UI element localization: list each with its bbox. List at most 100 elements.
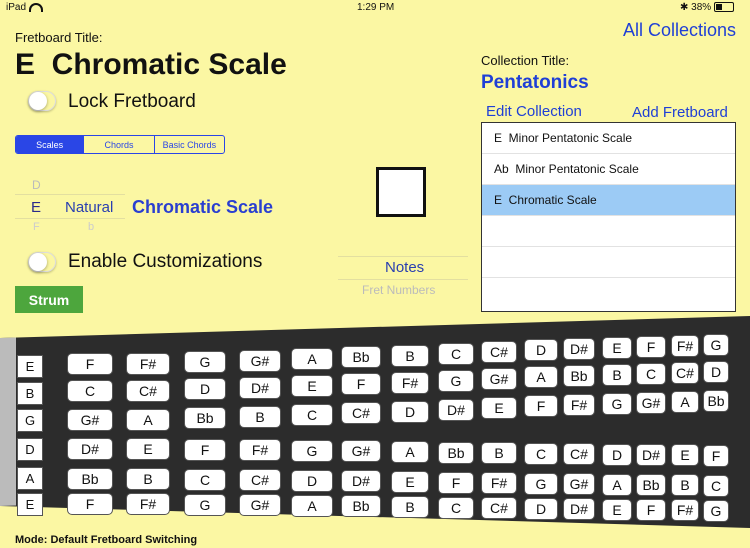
tab-scales[interactable]: Scales xyxy=(16,136,85,153)
picker-accidental-next[interactable]: b xyxy=(88,221,94,233)
fret-note[interactable]: C xyxy=(439,344,473,364)
fret-note[interactable]: G# xyxy=(240,495,280,516)
lock-fretboard-toggle[interactable] xyxy=(28,91,56,111)
fret-note[interactable]: G# xyxy=(564,474,594,495)
fret-note[interactable]: C# xyxy=(482,498,516,519)
fret-note[interactable]: D# xyxy=(439,400,473,420)
tab-basic-chords[interactable]: Basic Chords xyxy=(155,136,224,153)
fret-note[interactable]: Bb xyxy=(342,347,380,367)
fret-note[interactable]: Bb xyxy=(68,469,112,489)
fret-note[interactable]: A xyxy=(392,441,428,462)
fret-note[interactable]: G# xyxy=(240,351,280,371)
string-label[interactable]: E xyxy=(18,356,42,377)
fret-note[interactable]: D# xyxy=(564,339,594,359)
string-label[interactable]: B xyxy=(18,383,42,404)
fret-note[interactable]: D xyxy=(603,444,631,465)
fret-note[interactable]: B xyxy=(392,496,428,517)
fret-note[interactable]: F# xyxy=(482,473,516,494)
fret-note[interactable]: G xyxy=(439,371,473,391)
fret-note[interactable]: G xyxy=(603,394,631,414)
fret-note[interactable]: C# xyxy=(564,444,594,465)
picker-root-next[interactable]: F xyxy=(33,221,40,233)
picker-accidental[interactable]: Natural xyxy=(65,199,113,216)
string-label[interactable]: A xyxy=(18,468,42,489)
fret-note[interactable]: F xyxy=(704,445,728,466)
fret-note[interactable]: B xyxy=(240,407,280,427)
fret-note[interactable]: Bb xyxy=(342,496,380,517)
fret-note[interactable]: B xyxy=(603,365,631,385)
string-label[interactable]: D xyxy=(18,439,42,460)
fret-note[interactable]: G xyxy=(185,494,225,515)
fret-note[interactable]: C xyxy=(704,475,728,496)
tab-chords[interactable]: Chords xyxy=(84,136,155,153)
fret-note[interactable]: G xyxy=(704,500,728,521)
display-picker-fret-numbers[interactable]: Fret Numbers xyxy=(362,283,435,297)
fret-note[interactable]: F xyxy=(637,337,665,357)
enable-customizations-toggle[interactable] xyxy=(28,252,56,272)
fret-note[interactable]: C# xyxy=(482,342,516,362)
fret-note[interactable]: C xyxy=(637,364,665,384)
fret-note[interactable]: C# xyxy=(342,403,380,423)
fret-note[interactable]: C xyxy=(439,497,473,518)
fret-note[interactable]: A xyxy=(292,495,332,516)
fret-note[interactable]: D xyxy=(704,362,728,382)
fret-note[interactable]: D# xyxy=(564,499,594,520)
fret-note[interactable]: F xyxy=(68,354,112,374)
fret-note[interactable]: C xyxy=(525,443,557,464)
fret-note[interactable]: F# xyxy=(240,440,280,461)
fret-note[interactable]: G xyxy=(292,440,332,461)
picker-root[interactable]: E xyxy=(31,199,41,216)
fret-note[interactable]: D# xyxy=(68,439,112,459)
fret-note[interactable]: G# xyxy=(342,441,380,462)
fret-note[interactable]: B xyxy=(672,475,698,496)
fret-note[interactable]: B xyxy=(482,443,516,464)
fret-note[interactable]: F xyxy=(525,396,557,416)
list-item[interactable]: Ab Minor Pentatonic Scale xyxy=(482,154,735,185)
fret-note[interactable]: E xyxy=(603,499,631,520)
fret-note[interactable]: C xyxy=(185,469,225,490)
fret-note[interactable]: F# xyxy=(392,373,428,393)
fret-note[interactable]: G xyxy=(525,473,557,494)
fret-note[interactable]: C xyxy=(292,405,332,425)
fret-note[interactable]: F xyxy=(637,499,665,520)
picker-scale[interactable]: Chromatic Scale xyxy=(132,197,273,218)
fret-note[interactable]: F xyxy=(185,439,225,460)
fret-note[interactable]: A xyxy=(525,367,557,387)
fret-note[interactable]: F xyxy=(68,494,112,514)
fret-note[interactable]: F# xyxy=(127,354,169,374)
fret-note[interactable]: C xyxy=(68,381,112,401)
fret-note[interactable]: D# xyxy=(240,378,280,398)
list-item[interactable]: E Minor Pentatonic Scale xyxy=(482,123,735,154)
fret-note[interactable]: D# xyxy=(342,471,380,492)
fret-note[interactable]: D xyxy=(392,402,428,422)
list-item-selected[interactable]: E Chromatic Scale xyxy=(482,185,735,216)
fret-note[interactable]: B xyxy=(127,469,169,489)
fret-note[interactable]: D xyxy=(292,470,332,491)
fret-note[interactable]: G# xyxy=(637,393,665,413)
fret-note[interactable]: F xyxy=(342,374,380,394)
fret-note[interactable]: F# xyxy=(672,336,698,356)
color-swatch[interactable] xyxy=(376,167,426,217)
fret-note[interactable]: E xyxy=(127,439,169,459)
fret-note[interactable]: F xyxy=(439,472,473,493)
fret-note[interactable]: A xyxy=(127,410,169,430)
fret-note[interactable]: G xyxy=(704,335,728,355)
fret-note[interactable]: G xyxy=(185,352,225,372)
display-picker-notes[interactable]: Notes xyxy=(385,259,424,276)
fret-note[interactable]: E xyxy=(482,398,516,418)
fret-note[interactable]: D xyxy=(525,340,557,360)
string-label[interactable]: E xyxy=(18,494,42,515)
fret-note[interactable]: A xyxy=(292,349,332,369)
strum-button[interactable]: Strum xyxy=(15,286,83,313)
fret-note[interactable]: Bb xyxy=(185,408,225,428)
collection-title[interactable]: Pentatonics xyxy=(481,72,589,94)
all-collections-button[interactable]: All Collections xyxy=(623,20,736,41)
fret-note[interactable]: F# xyxy=(564,395,594,415)
fret-note[interactable]: G# xyxy=(482,369,516,389)
fret-note[interactable]: E xyxy=(292,376,332,396)
fret-note[interactable]: C# xyxy=(127,381,169,401)
fret-note[interactable]: A xyxy=(672,392,698,412)
picker-root-prev[interactable]: D xyxy=(32,178,41,192)
fret-note[interactable]: E xyxy=(603,338,631,358)
edit-collection-button[interactable]: Edit Collection xyxy=(486,103,582,120)
